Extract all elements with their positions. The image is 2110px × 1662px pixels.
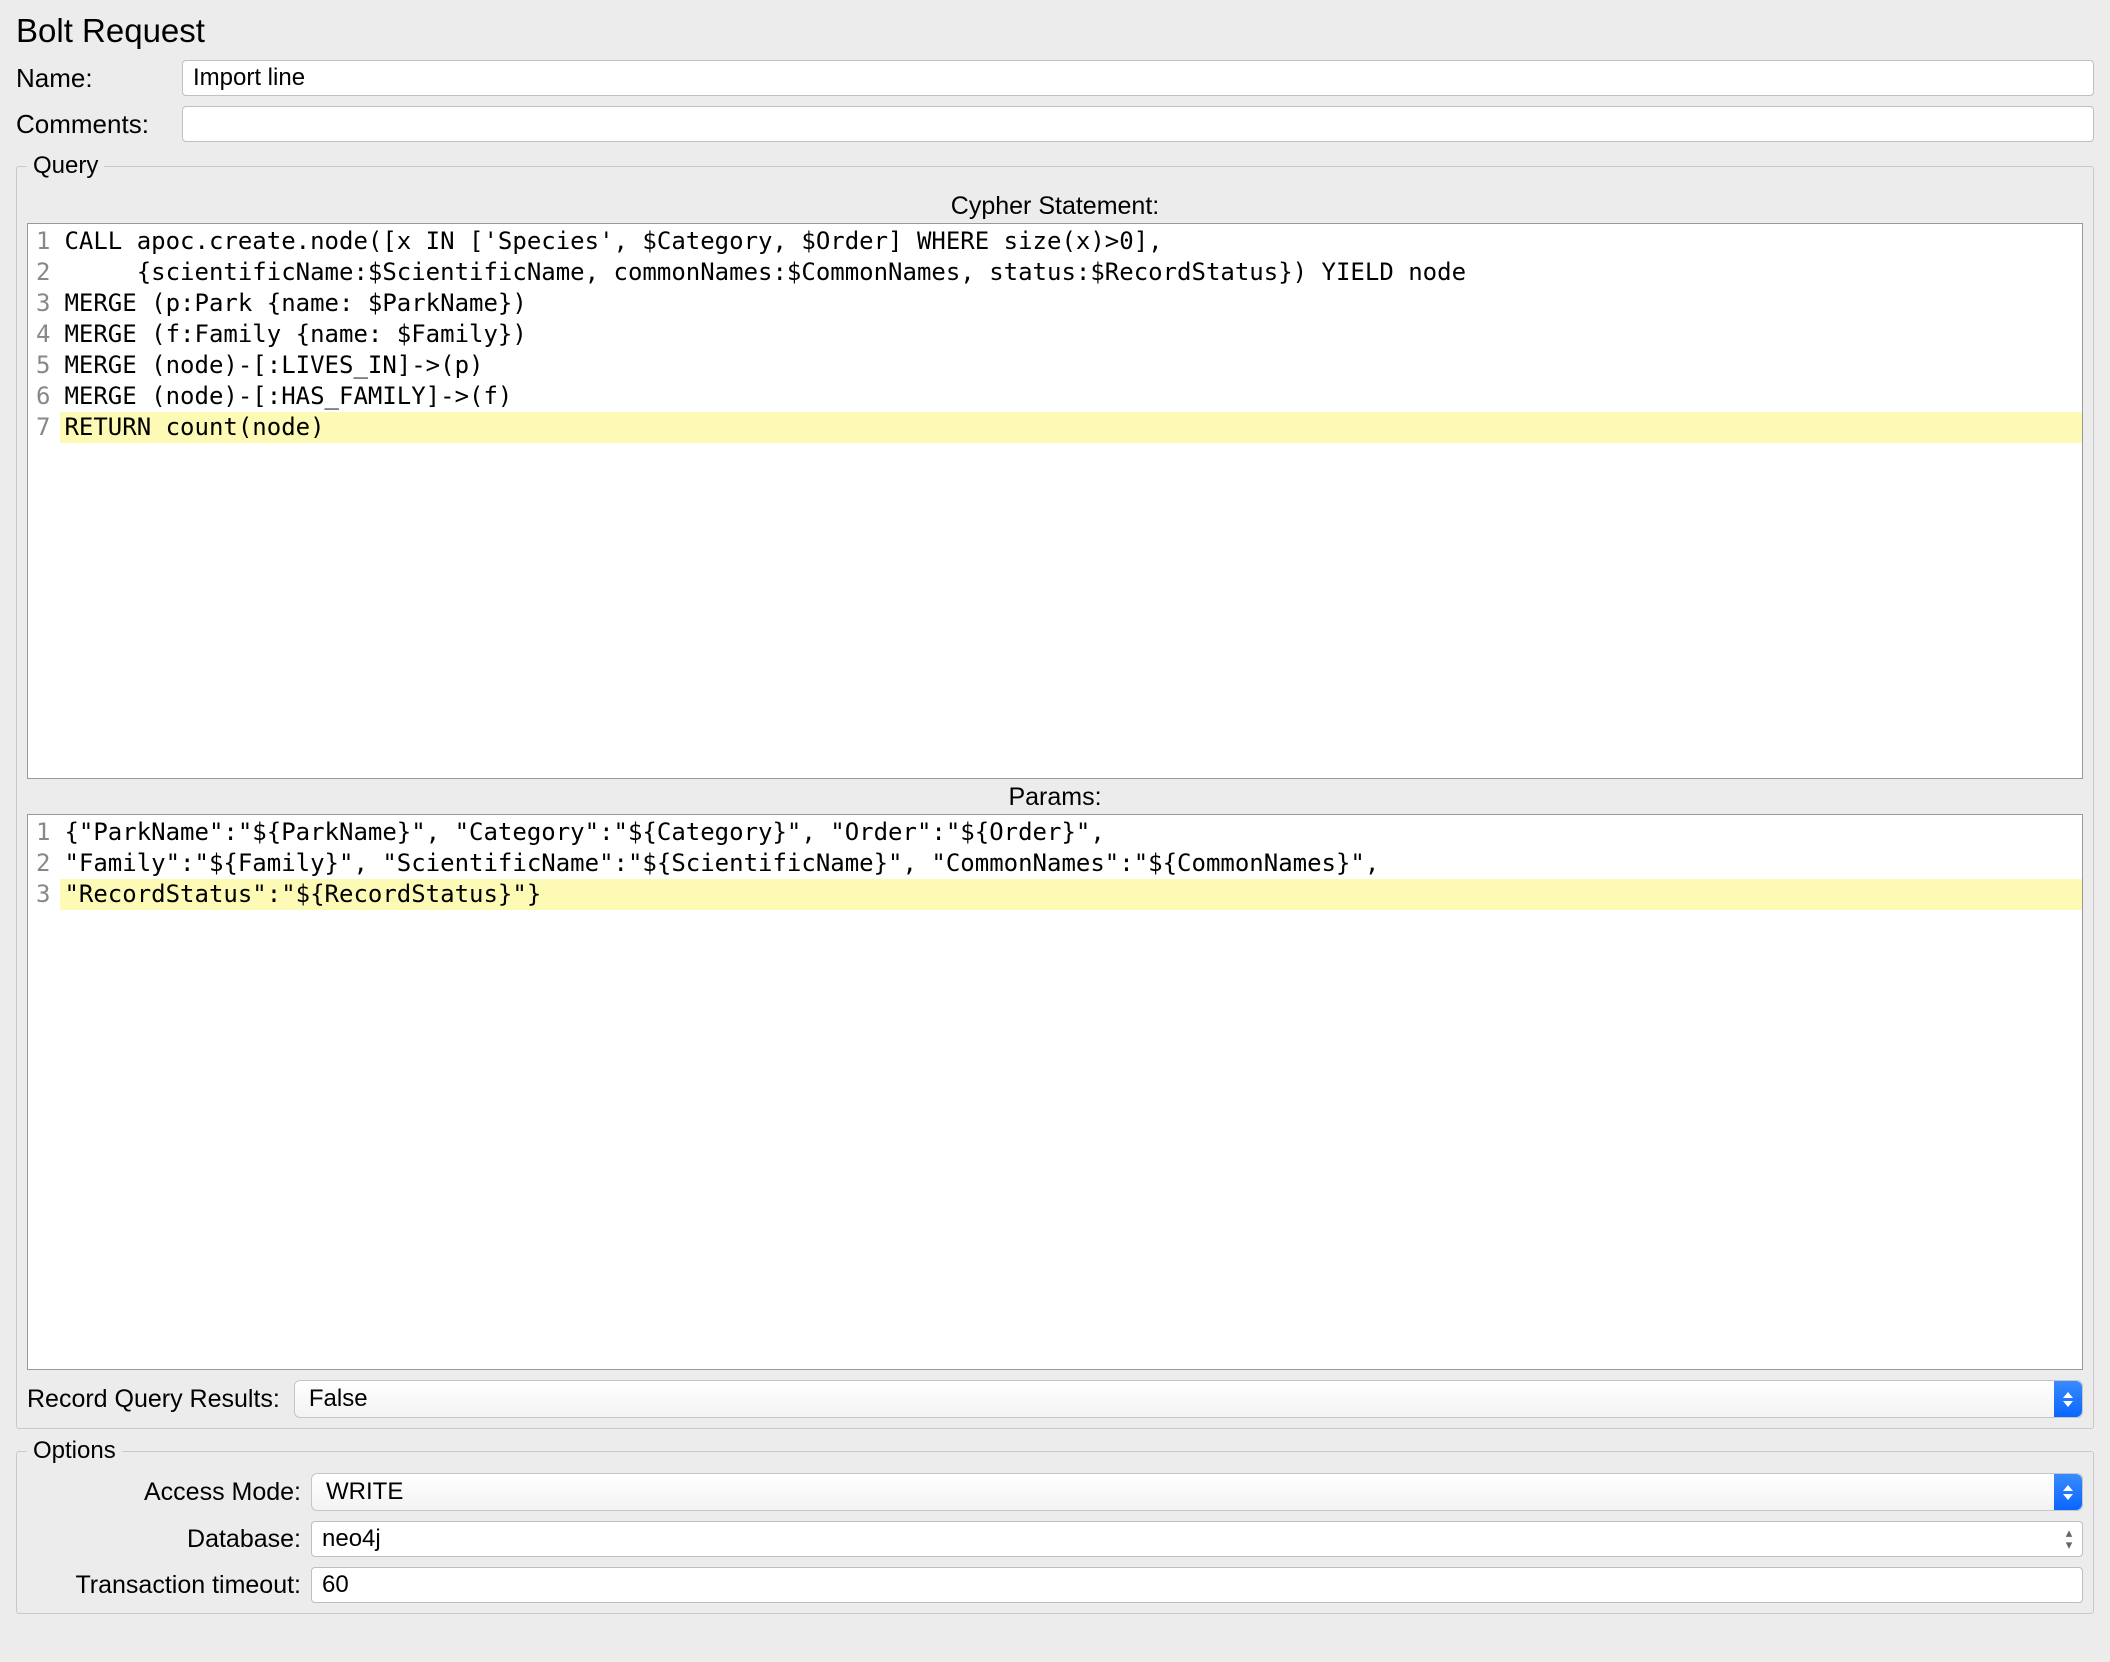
record-query-results-value: False — [309, 1385, 368, 1413]
cypher-gutter: 1234567 — [28, 224, 60, 778]
access-mode-value: WRITE — [326, 1478, 403, 1506]
code-line[interactable]: MERGE (node)-[:HAS_FAMILY]->(f) — [60, 381, 2082, 412]
access-mode-label: Access Mode: — [27, 1478, 311, 1507]
transaction-timeout-row: Transaction timeout: 60 — [27, 1567, 2083, 1603]
params-label: Params: — [27, 783, 2083, 812]
code-line[interactable]: MERGE (node)-[:LIVES_IN]->(p) — [60, 350, 2082, 381]
record-query-results-row: Record Query Results: False — [27, 1380, 2083, 1418]
access-mode-select[interactable]: WRITE — [311, 1473, 2083, 1511]
params-lines[interactable]: {"ParkName":"${ParkName}", "Category":"$… — [60, 815, 2082, 1369]
code-line[interactable]: "RecordStatus":"${RecordStatus}"} — [60, 879, 2082, 910]
transaction-timeout-value: 60 — [322, 1571, 349, 1599]
record-query-results-label: Record Query Results: — [27, 1385, 294, 1414]
cypher-editor[interactable]: 1234567 CALL apoc.create.node([x IN ['Sp… — [27, 223, 2083, 779]
line-number: 2 — [36, 848, 50, 879]
query-legend: Query — [27, 152, 104, 180]
page-title: Bolt Request — [16, 12, 2094, 50]
line-number: 5 — [36, 350, 50, 381]
name-row: Name: — [16, 60, 2094, 96]
select-stepper-icon — [2054, 1381, 2082, 1417]
comments-row: Comments: — [16, 106, 2094, 142]
name-label: Name: — [16, 63, 182, 94]
options-legend: Options — [27, 1437, 122, 1465]
line-number: 1 — [36, 226, 50, 257]
transaction-timeout-input[interactable]: 60 — [311, 1567, 2083, 1603]
name-input[interactable] — [182, 60, 2094, 96]
line-number: 4 — [36, 319, 50, 350]
code-line[interactable]: CALL apoc.create.node([x IN ['Species', … — [60, 226, 2082, 257]
line-number: 3 — [36, 288, 50, 319]
params-gutter: 123 — [28, 815, 60, 1369]
line-number: 6 — [36, 381, 50, 412]
query-fieldset: Query Cypher Statement: 1234567 CALL apo… — [16, 152, 2094, 1429]
database-label: Database: — [27, 1525, 311, 1554]
line-number: 3 — [36, 879, 50, 910]
access-mode-row: Access Mode: WRITE — [27, 1473, 2083, 1511]
comments-input[interactable] — [182, 106, 2094, 142]
database-row: Database: neo4j ▴▾ — [27, 1521, 2083, 1557]
line-number: 1 — [36, 817, 50, 848]
cypher-lines[interactable]: CALL apoc.create.node([x IN ['Species', … — [60, 224, 2082, 778]
code-line[interactable]: MERGE (p:Park {name: $ParkName}) — [60, 288, 2082, 319]
code-line[interactable]: RETURN count(node) — [60, 412, 2082, 443]
record-query-results-select[interactable]: False — [294, 1380, 2083, 1418]
select-stepper-icon — [2054, 1474, 2082, 1510]
params-editor[interactable]: 123 {"ParkName":"${ParkName}", "Category… — [27, 814, 2083, 1370]
code-line[interactable]: {scientificName:$ScientificName, commonN… — [60, 257, 2082, 288]
stepper-icon[interactable]: ▴▾ — [2057, 1523, 2081, 1555]
database-input[interactable]: neo4j ▴▾ — [311, 1521, 2083, 1557]
options-fieldset: Options Access Mode: WRITE Database: neo… — [16, 1437, 2094, 1614]
code-line[interactable]: {"ParkName":"${ParkName}", "Category":"$… — [60, 817, 2082, 848]
database-value: neo4j — [322, 1525, 381, 1553]
line-number: 7 — [36, 412, 50, 443]
code-line[interactable]: MERGE (f:Family {name: $Family}) — [60, 319, 2082, 350]
transaction-timeout-label: Transaction timeout: — [27, 1571, 311, 1600]
line-number: 2 — [36, 257, 50, 288]
code-line[interactable]: "Family":"${Family}", "ScientificName":"… — [60, 848, 2082, 879]
cypher-statement-label: Cypher Statement: — [27, 192, 2083, 221]
comments-label: Comments: — [16, 109, 182, 140]
